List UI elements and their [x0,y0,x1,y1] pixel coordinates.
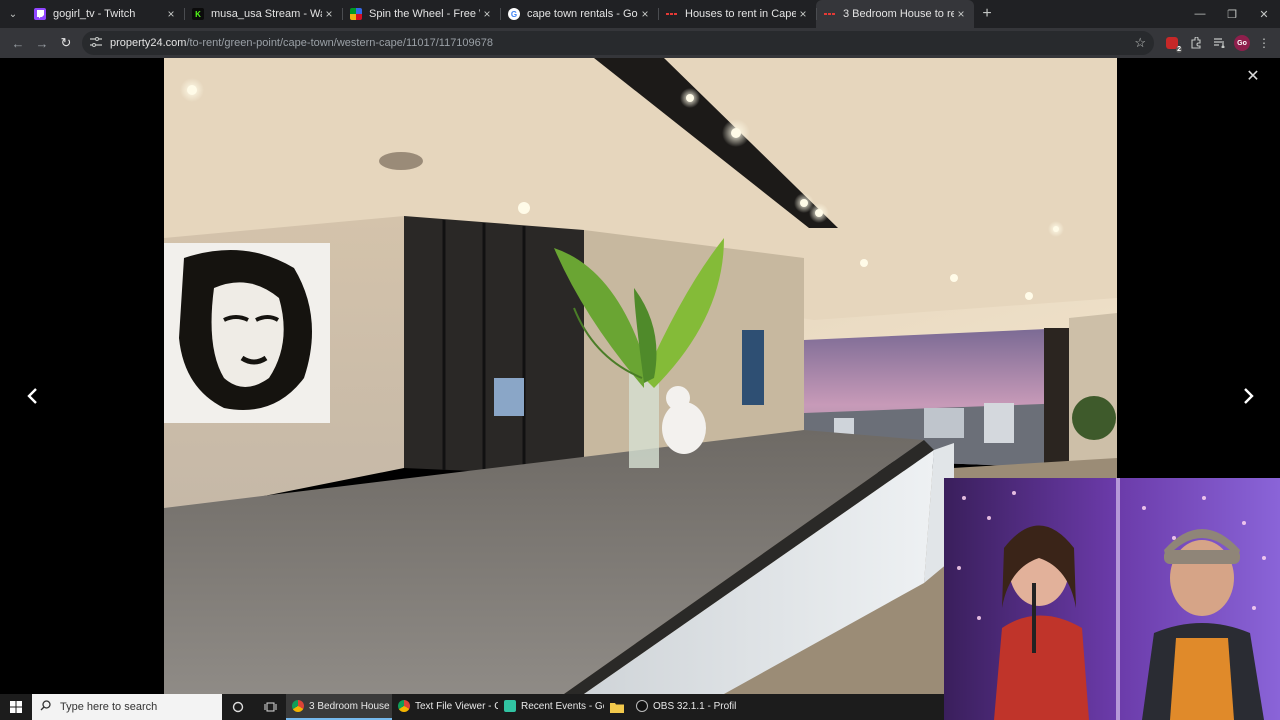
search-icon [40,700,51,714]
taskbar-app-label: 3 Bedroom House t... [309,700,392,712]
windows-taskbar: Type here to search 3 Bedroom House t...… [0,694,944,720]
gallery-next-button[interactable] [1237,384,1261,408]
tab-3-bedroom-house[interactable]: 3 Bedroom House to rent in Gr × [816,0,974,28]
more-menu-icon[interactable]: ⋮ [1254,33,1274,53]
tab-close-icon[interactable]: × [164,7,178,21]
url-path: /to-rent/green-point/cape-town/western-c… [186,37,494,49]
property24-icon [666,8,678,20]
address-url: property24.com/to-rent/green-point/cape-… [110,37,493,49]
taskbar-app-chrome-text-viewer[interactable]: Text File Viewer - G... [392,694,498,720]
tab-close-icon[interactable]: × [638,7,652,21]
tab-close-icon[interactable]: × [954,7,968,21]
tab-houses-to-rent[interactable]: Houses to rent in Cape Town : C × [658,0,816,28]
search-placeholder: Type here to search [60,701,158,713]
chevron-left-icon [27,388,37,404]
extension-badge-icon[interactable]: 2 [1162,33,1182,53]
tab-title: Spin the Wheel - Free Wheel Sp [369,8,480,20]
file-explorer-button[interactable] [604,694,630,720]
streamlabs-icon [504,700,516,712]
arrow-left-icon: ← [11,35,25,51]
taskbar-app-label: Recent Events - Go... [521,700,604,712]
tab-title: cape town rentals - Google Sea [527,8,638,20]
tab-twitch[interactable]: gogirl_tv - Twitch × [26,0,184,28]
webcam-video [944,478,1280,720]
close-icon: ✕ [1246,68,1260,85]
gallery-close-button[interactable]: ✕ [1243,66,1263,86]
tab-title: musa_usa Stream - Watch Live [211,8,322,20]
tab-close-icon[interactable]: × [796,7,810,21]
chevron-down-icon: ⌄ [8,8,18,20]
tab-title: 3 Bedroom House to rent in Gr [843,8,954,20]
arrow-right-icon: → [35,35,49,51]
gallery-prev-button[interactable] [20,384,44,408]
window-controls: — ❐ ✕ [1184,0,1280,28]
bookmark-star-icon[interactable]: ☆ [1134,35,1146,51]
taskbar-app-label: OBS 32.1.1 - Profile:... [653,700,736,712]
tab-close-icon[interactable]: × [322,7,336,21]
reload-button[interactable]: ↻ [54,31,78,55]
forward-button[interactable]: → [30,31,54,55]
folder-icon [610,702,624,713]
back-button[interactable]: ← [6,31,30,55]
url-host: property24.com [110,37,187,49]
extension-badge-count: 2 [1176,46,1182,53]
taskbar-app-recent-events[interactable]: Recent Events - Go... [498,694,604,720]
tab-kick[interactable]: K musa_usa Stream - Watch Live × [184,0,342,28]
obs-icon [636,700,648,712]
task-view-icon [264,702,276,712]
media-control-icon[interactable] [1210,33,1230,53]
restore-icon[interactable]: ❐ [1216,0,1248,28]
webcam-overlay [944,478,1280,720]
windows-icon [10,701,22,713]
toolbar-extensions: 2 Go ⋮ [1162,33,1274,53]
minimize-icon[interactable]: — [1184,0,1216,28]
browser-tab-strip: ⌄ gogirl_tv - Twitch × K musa_usa Stream… [0,0,1280,28]
wheel-icon [350,8,362,20]
site-info-icon[interactable] [90,36,102,50]
tab-close-icon[interactable]: × [480,7,494,21]
new-tab-button[interactable]: + [974,0,1000,28]
taskbar-app-obs[interactable]: OBS 32.1.1 - Profile:... [630,694,736,720]
tab-google-search[interactable]: G cape town rentals - Google Sea × [500,0,658,28]
reload-icon: ↻ [60,35,72,50]
tab-spin-wheel[interactable]: Spin the Wheel - Free Wheel Sp × [342,0,500,28]
address-bar[interactable]: property24.com/to-rent/green-point/cape-… [82,31,1154,55]
chevron-right-icon [1244,388,1254,404]
taskbar-app-chrome-house[interactable]: 3 Bedroom House t... [286,694,392,720]
chrome-icon [292,700,304,712]
tab-title: Houses to rent in Cape Town : C [685,8,796,20]
browser-toolbar: ← → ↻ property24.com/to-rent/green-point… [0,28,1280,58]
cortana-icon [232,701,244,713]
taskbar-search-box[interactable]: Type here to search [32,694,222,720]
twitch-icon [34,8,46,20]
plus-icon: + [982,5,992,22]
google-icon: G [508,8,520,20]
chrome-icon [398,700,410,712]
task-view-button[interactable] [254,694,286,720]
property24-icon [824,8,836,20]
close-window-icon[interactable]: ✕ [1248,0,1280,28]
kick-icon: K [192,8,204,20]
tab-title: gogirl_tv - Twitch [53,8,136,20]
tab-search-button[interactable]: ⌄ [0,0,26,28]
start-button[interactable] [0,694,32,720]
taskbar-app-label: Text File Viewer - G... [415,700,498,712]
profile-avatar[interactable]: Go [1234,35,1250,51]
puzzle-icon[interactable] [1186,33,1206,53]
cortana-button[interactable] [222,694,254,720]
